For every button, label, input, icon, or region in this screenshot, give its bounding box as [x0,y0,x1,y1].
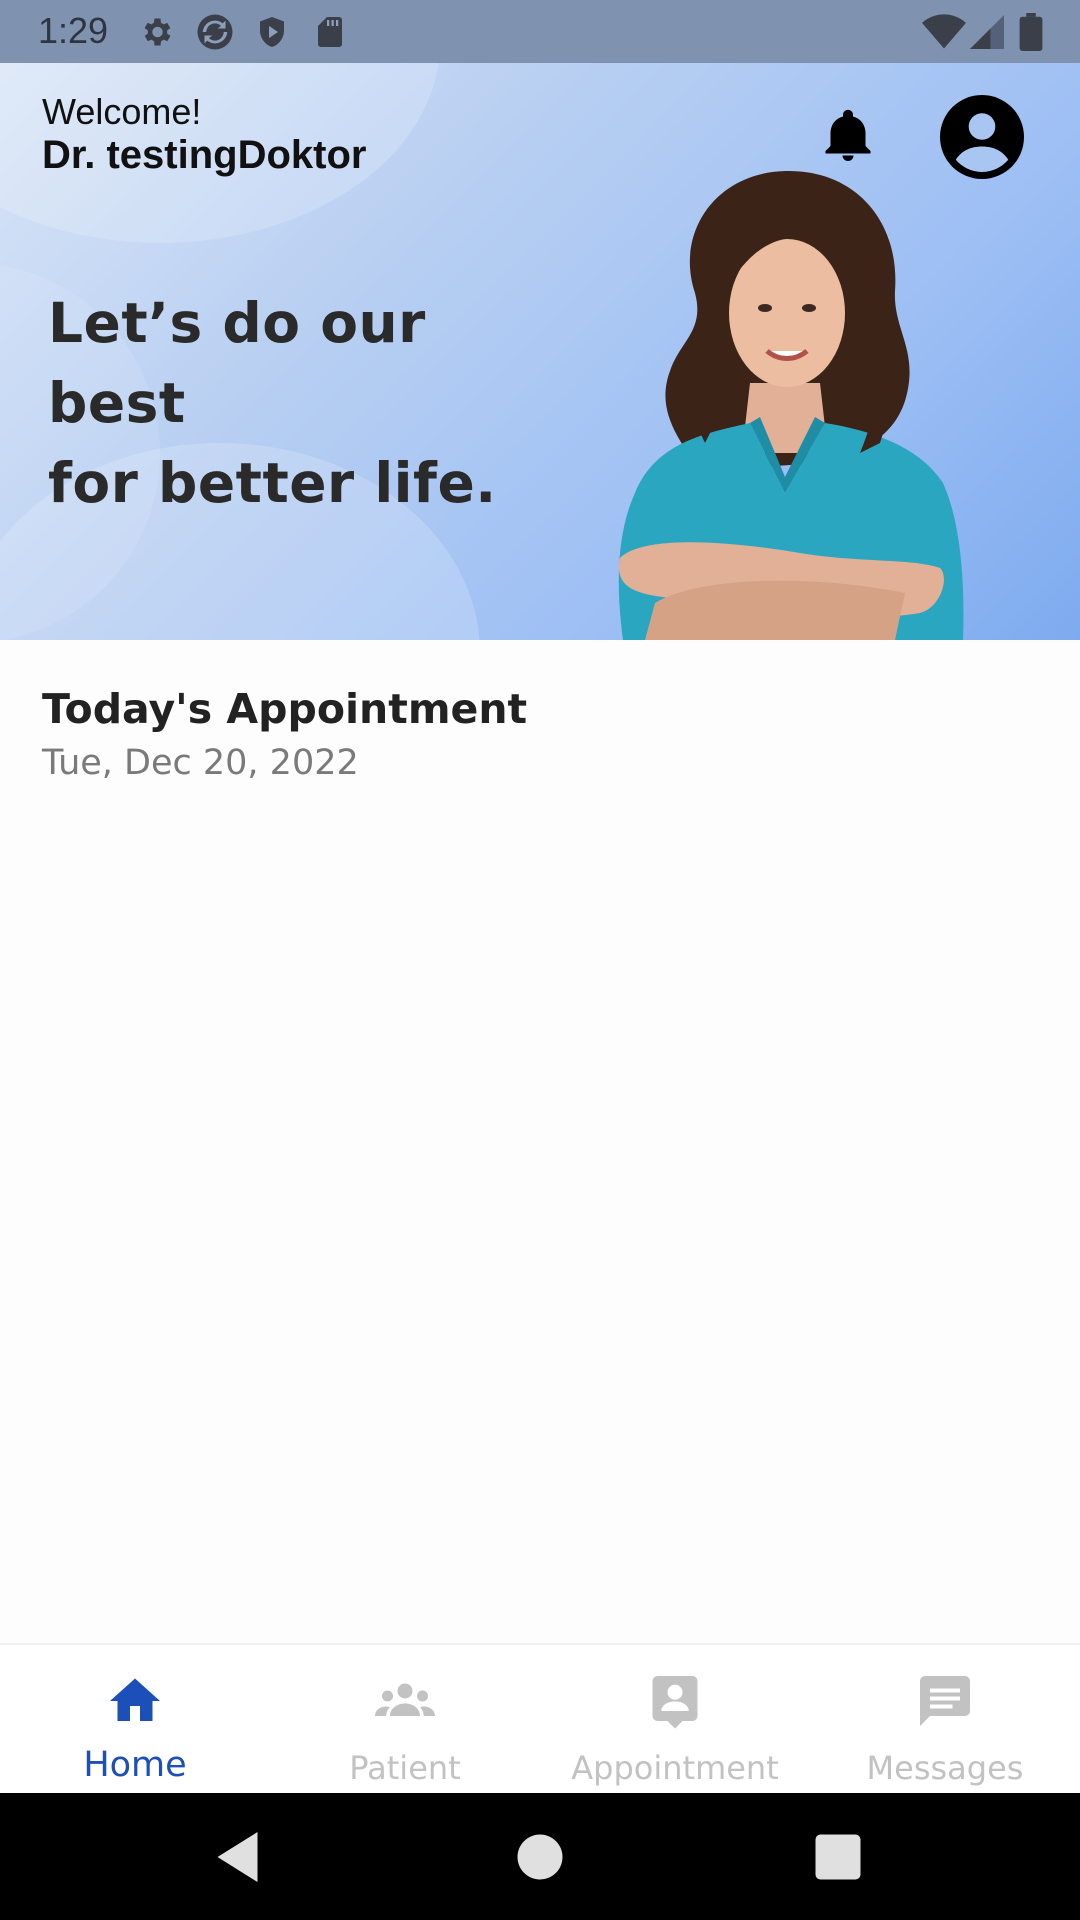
nav-home[interactable]: Home [0,1645,270,1795]
home-icon [110,1678,160,1721]
nav-patient-label: Patient [349,1749,461,1787]
system-navigation-bar [0,1793,1080,1920]
battery-icon [1019,13,1043,51]
group-icon [375,1683,435,1716]
nav-appointment[interactable]: Appointment [540,1645,810,1795]
home-circle-icon[interactable] [510,1827,570,1887]
nav-home-label: Home [83,1745,187,1785]
shield-icon [260,17,284,47]
status-bar: 1:29 [0,0,1080,63]
welcome-text: Welcome! [42,91,202,132]
slogan-line-1: Let’s do our best [48,291,426,435]
hero-banner: Welcome! Dr. testingDoktor Let’s do our … [0,63,1080,640]
nav-patient[interactable]: Patient [270,1645,540,1795]
sd-card-icon [318,17,342,47]
appointments-date: Tue, Dec 20, 2022 [42,743,359,783]
settings-icon [144,18,171,46]
recents-icon[interactable] [808,1827,868,1887]
appointments-title: Today's Appointment [42,685,528,733]
status-time: 1:29 [38,10,109,51]
back-icon[interactable] [210,1827,270,1887]
doctor-photo [618,170,964,640]
signal-icon [970,15,1004,49]
banner-slogan: Let’s do our best for better life. [48,283,568,523]
nav-messages[interactable]: Messages [810,1645,1080,1795]
slogan-line-2: for better life. [48,451,497,515]
bell-icon[interactable] [818,105,878,167]
sync-icon [197,14,233,50]
contact-card-icon [652,1676,698,1729]
message-icon [920,1676,970,1726]
nav-appointment-label: Appointment [571,1749,779,1787]
user-name: Dr. testingDoktor [42,133,367,177]
nav-messages-label: Messages [866,1749,1024,1787]
wifi-icon [922,14,966,49]
bottom-navigation: Home Patient Appointment Messages [0,1643,1080,1795]
